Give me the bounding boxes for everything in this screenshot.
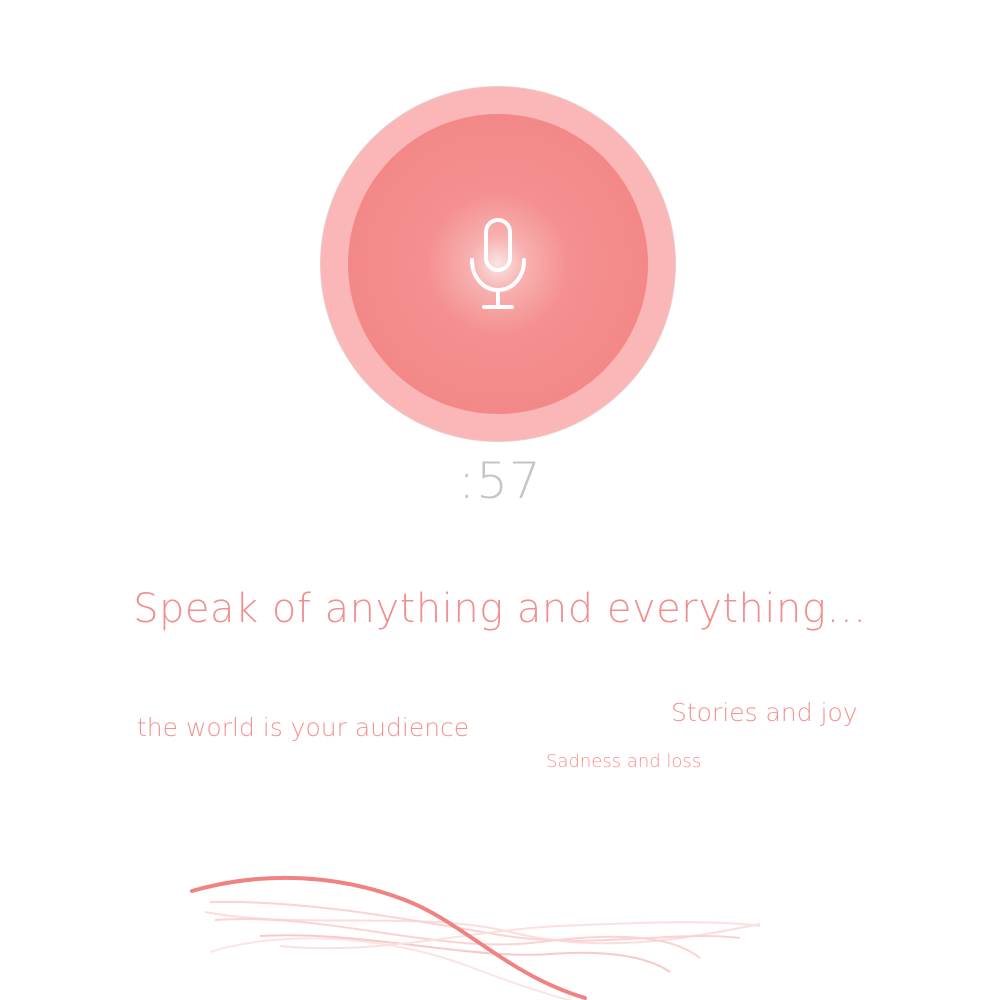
audio-waveform-icon bbox=[190, 875, 761, 1000]
microphone-icon bbox=[470, 218, 526, 309]
record-button-core[interactable] bbox=[348, 114, 648, 414]
prompt-sadness-loss: Sadness and loss bbox=[546, 751, 702, 772]
recording-timer: :57 bbox=[458, 452, 542, 510]
headline: Speak of anything and everything… bbox=[133, 586, 867, 632]
record-button[interactable] bbox=[321, 87, 675, 441]
prompt-stories-joy: Stories and joy bbox=[671, 698, 858, 727]
prompt-world-audience: the world is your audience bbox=[137, 713, 470, 742]
voice-recorder-screen: :57 Speak of anything and everything… th… bbox=[0, 0, 1000, 1000]
